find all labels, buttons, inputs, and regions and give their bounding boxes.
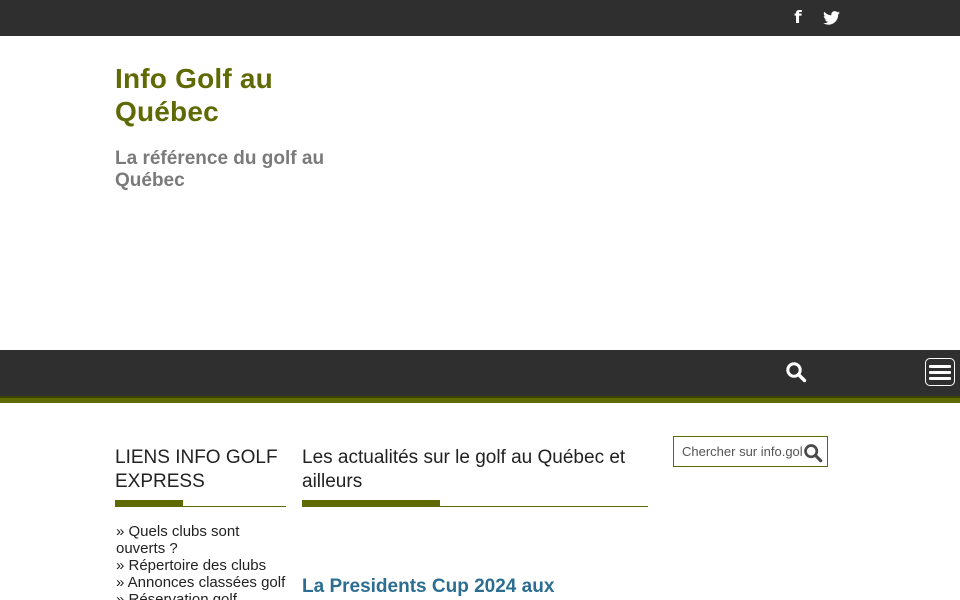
link-open-clubs[interactable]: » Quels clubs sont ouverts ? — [116, 523, 239, 557]
sidebar-links-widget: LIENS INFO GOLF EXPRESS » Quels clubs so… — [115, 446, 286, 600]
list-item: » Réservation golf — [116, 591, 286, 600]
title-underline-accent — [302, 500, 440, 507]
site-tagline: La référence du golf au Québec — [115, 148, 325, 191]
post-title-link[interactable]: La Presidents Cup 2024 aux — [302, 576, 554, 597]
menu-icon-bar — [929, 370, 951, 374]
search-input[interactable] — [674, 437, 802, 466]
link-booking[interactable]: » Réservation golf — [116, 591, 237, 600]
twitter-icon[interactable] — [822, 9, 840, 27]
link-classifieds[interactable]: » Annonces classées golf — [116, 574, 285, 591]
link-club-directory[interactable]: » Répertoire des clubs — [116, 557, 266, 574]
quick-links-list: » Quels clubs sont ouverts ? » Répertoir… — [115, 523, 286, 600]
widget-title: LIENS INFO GOLF EXPRESS — [115, 447, 278, 492]
search-icon[interactable] — [785, 361, 807, 383]
section-title: Les actualités sur le golf au Québec et … — [302, 447, 626, 492]
main-navigation — [0, 350, 960, 396]
list-item: » Répertoire des clubs — [116, 557, 286, 574]
title-underline-accent — [115, 500, 183, 507]
search-form — [673, 436, 828, 467]
menu-icon-bar — [929, 376, 951, 380]
news-section: Les actualités sur le golf au Québec et … — [302, 446, 648, 599]
list-item: » Annonces classées golf — [116, 574, 286, 591]
title-underline — [115, 500, 286, 507]
sidebar-search-widget — [673, 436, 828, 467]
facebook-icon[interactable]: f — [792, 8, 804, 28]
menu-toggle-button[interactable] — [925, 358, 955, 386]
title-underline — [302, 500, 648, 507]
site-title[interactable]: Info Golf au Québec — [115, 62, 355, 128]
search-icon[interactable] — [803, 443, 823, 463]
top-bar — [0, 0, 960, 36]
post-title: La Presidents Cup 2024 aux — [302, 575, 648, 599]
list-item: » Quels clubs sont ouverts ? — [116, 523, 286, 557]
menu-icon-bar — [929, 364, 951, 368]
nav-accent-line — [0, 396, 960, 403]
site-branding: Info Golf au Québec La référence du golf… — [115, 62, 355, 192]
